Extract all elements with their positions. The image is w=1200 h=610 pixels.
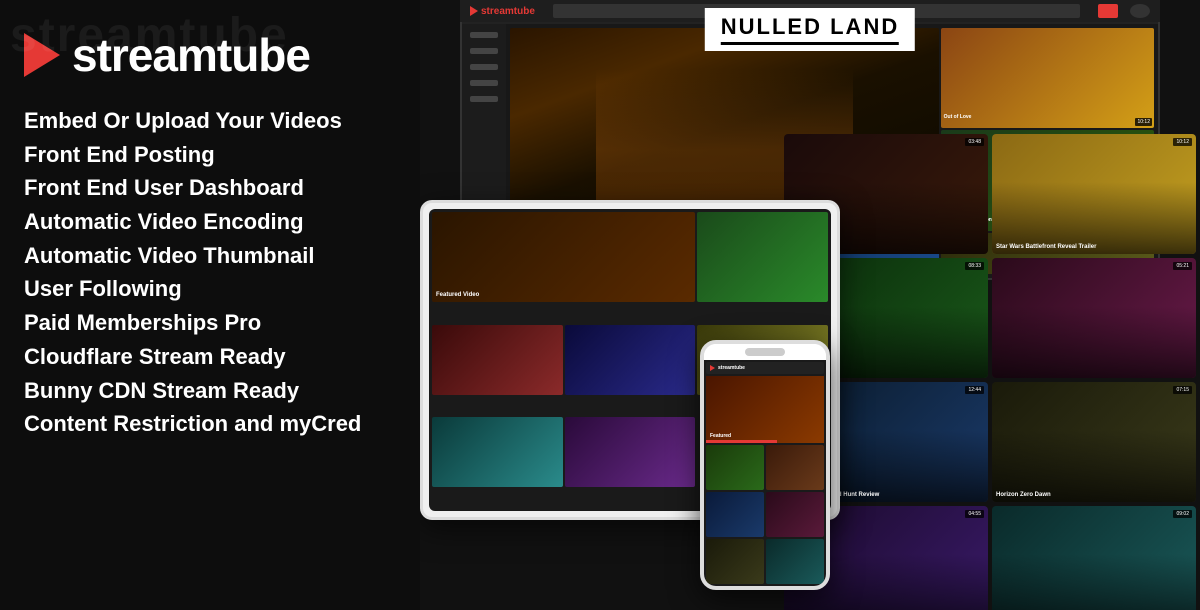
nulled-text: NULLED <box>721 14 822 39</box>
feature-item-9: Bunny CDN Stream Ready <box>24 376 396 406</box>
brand-name: streamtube <box>72 28 310 82</box>
rs-item-6: 07:15 Horizon Zero Dawn <box>992 382 1196 502</box>
feature-item-2: Front End Posting <box>24 140 396 170</box>
features-list: Embed Or Upload Your Videos Front End Po… <box>24 106 396 439</box>
land-text2: LAND <box>830 14 899 39</box>
rs-duration-3: 08:33 <box>965 262 984 270</box>
feature-item-1: Embed Or Upload Your Videos <box>24 106 396 136</box>
rs-item-4: 05:21 <box>992 258 1196 378</box>
play-icon <box>24 33 60 77</box>
st-search-button <box>1098 4 1118 18</box>
feature-item-10: Content Restriction and myCred <box>24 409 396 439</box>
rs-title-2: Star Wars Battlefront Reveal Trailer <box>996 244 1096 250</box>
st-logo-text: streamtube <box>481 6 535 17</box>
rs-item-8: 09:02 <box>992 506 1196 610</box>
tablet-thumb-5 <box>432 417 563 487</box>
tablet-hero: Featured Video <box>432 212 695 302</box>
phone-row-2 <box>706 492 824 537</box>
phone-notch-cut <box>745 348 785 356</box>
phone-brand: streamtube <box>718 365 745 371</box>
phone-screenshot: streamtube Featured <box>700 340 830 590</box>
rs-duration-4: 05:21 <box>1173 262 1192 270</box>
feature-item-8: Cloudflare Stream Ready <box>24 342 396 372</box>
st-logo: streamtube <box>470 6 535 17</box>
right-panel: NULLED LAND streamtube <box>420 0 1200 610</box>
phone-progress <box>706 440 777 443</box>
nulled-watermark: NULLED LAND <box>705 8 915 51</box>
logo-area: streamtube <box>24 28 396 82</box>
tablet-hero-title: Featured Video <box>436 292 479 298</box>
feature-item-5: Automatic Video Thumbnail <box>24 241 396 271</box>
phone-notch <box>704 344 826 360</box>
rs-duration-5: 12:44 <box>965 386 984 394</box>
feature-item-6: User Following <box>24 274 396 304</box>
sidebar-icon-5 <box>470 96 498 102</box>
phone-thumb-6 <box>766 539 824 584</box>
rs-duration-8: 09:02 <box>1173 510 1192 518</box>
st-play-icon <box>470 6 478 16</box>
phone-thumb-2 <box>766 445 824 490</box>
rs-duration-1: 03:48 <box>965 138 984 146</box>
rs-duration-7: 04:55 <box>965 510 984 518</box>
rs-item-2: 10:12 Star Wars Battlefront Reveal Trail… <box>992 134 1196 254</box>
rs-title-6: Horizon Zero Dawn <box>996 492 1051 498</box>
sidebar-icon-1 <box>470 32 498 38</box>
feature-item-3: Front End User Dashboard <box>24 173 396 203</box>
phone-thumb-4 <box>766 492 824 537</box>
phone-thumb-5 <box>706 539 764 584</box>
user-avatar <box>1130 4 1150 18</box>
phone-play-icon <box>710 365 715 371</box>
right-video-grid: 03:48 Racer Item 10:12 Star Wars Battlef… <box>780 130 1200 610</box>
phone-hero-title: Featured <box>710 433 731 439</box>
phone-hero: Featured <box>706 376 824 443</box>
tablet-thumb-6 <box>565 417 696 487</box>
sidebar-icon-4 <box>470 80 498 86</box>
tablet-thumb-1 <box>697 212 828 302</box>
sidebar-icon-2 <box>470 48 498 54</box>
phone-row-1 <box>706 445 824 490</box>
right-screens-area: 03:48 Racer Item 10:12 Star Wars Battlef… <box>780 130 1200 610</box>
phone-row-3 <box>706 539 824 584</box>
video-title-1: Out of Love <box>944 114 972 120</box>
video-thumb-1: 10:12 Out of Love <box>941 28 1154 128</box>
phone-topbar: streamtube <box>706 362 824 374</box>
phone-thumb-3 <box>706 492 764 537</box>
rs-duration-2: 10:12 <box>1173 138 1192 146</box>
sidebar-icon-3 <box>470 64 498 70</box>
phone-thumb-1 <box>706 445 764 490</box>
rs-duration-6: 07:15 <box>1173 386 1192 394</box>
left-panel: streamtube streamtube Embed Or Upload Yo… <box>0 0 420 610</box>
duration-1: 10:12 <box>1135 118 1152 126</box>
watermark-line <box>721 42 899 45</box>
feature-item-4: Automatic Video Encoding <box>24 207 396 237</box>
phone-inner: streamtube Featured <box>704 360 826 586</box>
feature-item-7: Paid Memberships Pro <box>24 308 396 338</box>
tablet-thumb-2 <box>432 325 563 395</box>
tablet-thumb-3 <box>565 325 696 395</box>
